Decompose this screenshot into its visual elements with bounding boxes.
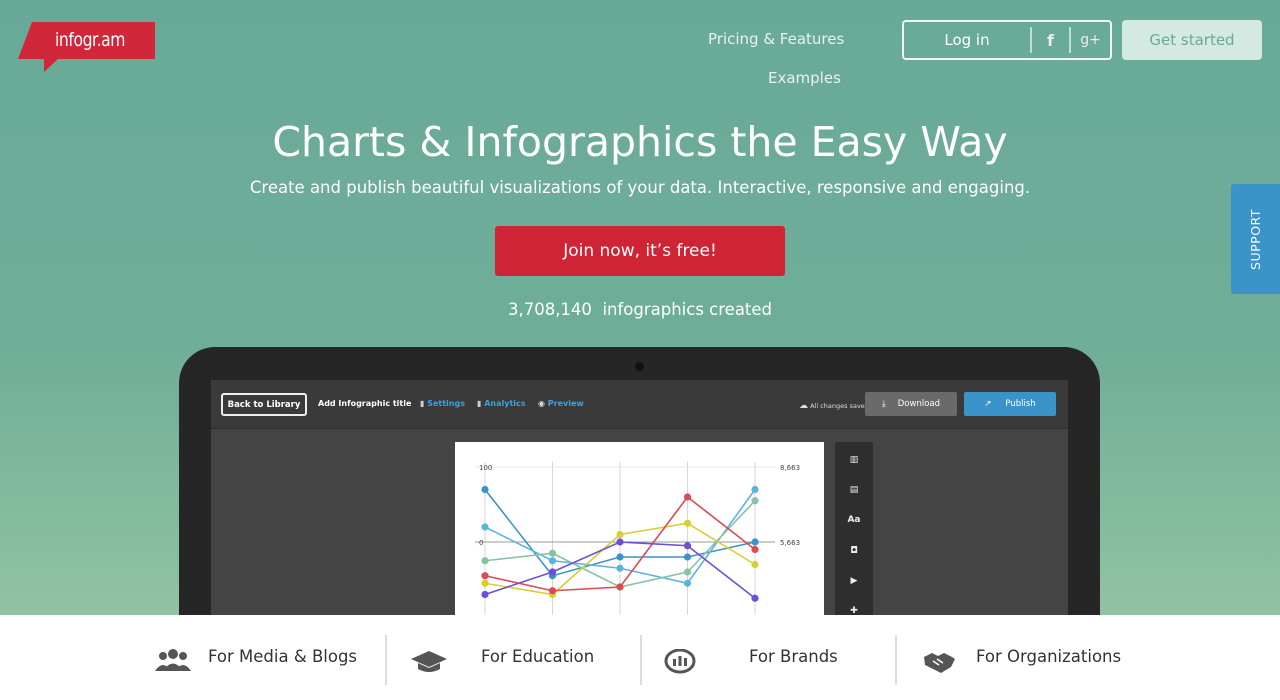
data-point: [751, 538, 759, 546]
infographic-canvas[interactable]: 1008,66305,663-1003,032: [455, 442, 824, 642]
support-tab[interactable]: SUPPORT: [1231, 184, 1280, 294]
data-point: [616, 583, 624, 591]
analytics-label: Analytics: [484, 399, 526, 408]
login-group: Log in f g+: [902, 20, 1112, 60]
graduation-cap-icon: [411, 651, 447, 672]
preview-tab[interactable]: ◉ Preview: [538, 399, 584, 408]
category-label: For Education: [481, 647, 595, 666]
data-point: [616, 530, 624, 539]
data-point: [616, 553, 624, 561]
camera-dot: [635, 362, 644, 371]
data-point: [481, 590, 489, 599]
get-started-button[interactable]: Get started: [1122, 20, 1262, 60]
laptop-mockup: Back to Library Add Infographic title ▮ …: [179, 347, 1100, 650]
data-point: [751, 594, 759, 602]
analytics-icon: ▮: [477, 399, 482, 408]
join-now-button[interactable]: Join now, it’s free!: [495, 226, 785, 276]
map-icon[interactable]: ▤: [835, 480, 873, 500]
logo[interactable]: infogr.am: [18, 22, 158, 72]
handshake-icon: [924, 653, 955, 673]
nav-pricing-features[interactable]: Pricing & Features: [708, 30, 844, 48]
tool-sidebar: ▥ ▤ Aa ◘ ▶ ✚: [835, 442, 873, 642]
eye-icon: ◉: [538, 399, 545, 408]
people-icon: [155, 649, 191, 671]
support-label: SUPPORT: [1248, 208, 1264, 270]
settings-icon: ▮: [420, 399, 425, 408]
settings-tab[interactable]: ▮ Settings: [420, 399, 465, 408]
camera-icon[interactable]: ◘: [835, 541, 873, 561]
data-point: [481, 523, 489, 531]
publish-button[interactable]: ↗ Publish: [964, 392, 1056, 416]
data-point: [683, 493, 692, 501]
right-tick-label: 5,663: [780, 539, 800, 547]
hero-subtitle: Create and publish beautiful visualizati…: [249, 178, 1031, 197]
chat-chart-icon: [664, 649, 696, 674]
download-icon: ⤓: [881, 399, 886, 409]
infographics-counter: 3,708,140 infographics created: [0, 300, 1280, 319]
settings-label: Settings: [427, 399, 465, 408]
data-point: [751, 497, 759, 505]
app-screen: Back to Library Add Infographic title ▮ …: [211, 380, 1068, 650]
data-point: [481, 485, 489, 494]
data-point: [548, 568, 557, 576]
facebook-icon: f: [1047, 30, 1054, 50]
data-point: [548, 549, 557, 557]
data-point: [683, 519, 692, 527]
right-tick-label: 8,663: [780, 464, 800, 472]
publish-label: Publish: [1005, 399, 1036, 409]
data-point: [683, 579, 692, 587]
chart-icon[interactable]: ▥: [835, 450, 873, 470]
infographic-title[interactable]: Add Infographic title: [318, 399, 411, 408]
data-point: [481, 572, 489, 580]
data-point: [616, 538, 624, 546]
category-label: For Brands: [749, 647, 838, 666]
download-button[interactable]: ⤓ Download: [865, 392, 957, 416]
data-point: [481, 579, 489, 587]
category-education[interactable]: For Education: [410, 615, 594, 700]
googleplus-icon: g+: [1080, 32, 1101, 48]
app-toolbar: Back to Library Add Infographic title ▮ …: [211, 380, 1068, 429]
divider: [895, 635, 897, 685]
analytics-tab[interactable]: ▮ Analytics: [477, 399, 526, 408]
hero-title: Charts & Infographics the Easy Way: [272, 118, 1008, 166]
share-icon: ↗: [984, 399, 992, 409]
data-point: [616, 564, 624, 572]
left-tick-label: 0: [479, 539, 483, 547]
data-point: [751, 545, 759, 554]
category-media-blogs[interactable]: For Media & Blogs: [153, 615, 357, 700]
text-tool[interactable]: Aa: [835, 510, 873, 530]
line-chart: 1008,66305,663-1003,032: [475, 462, 800, 627]
data-point: [548, 557, 557, 565]
category-bar: For Media & Blogs For Education For Bran…: [0, 615, 1280, 700]
back-to-library-button[interactable]: Back to Library: [221, 393, 307, 416]
facebook-login-button[interactable]: f: [1032, 27, 1071, 53]
data-point: [683, 542, 692, 550]
googleplus-login-button[interactable]: g+: [1071, 22, 1110, 58]
data-point: [751, 560, 759, 569]
counter-value: 3,708,140: [507, 300, 592, 319]
data-point: [751, 485, 759, 494]
divider: [385, 635, 387, 685]
data-point: [683, 553, 692, 561]
data-point: [548, 587, 557, 595]
preview-label: Preview: [547, 399, 584, 408]
data-point: [683, 568, 692, 576]
category-organizations[interactable]: For Organizations: [923, 615, 1121, 700]
nav-examples[interactable]: Examples: [768, 69, 841, 87]
category-label: For Organizations: [976, 647, 1122, 666]
category-label: For Media & Blogs: [208, 647, 358, 666]
save-status-label: All changes saved: [810, 402, 869, 410]
logo-text: infogr.am: [55, 29, 126, 51]
video-icon[interactable]: ▶: [835, 571, 873, 591]
counter-label: infographics created: [602, 300, 773, 319]
login-button[interactable]: Log in: [904, 27, 1032, 53]
left-tick-label: 100: [479, 464, 492, 472]
data-point: [481, 557, 489, 565]
download-label: Download: [897, 399, 941, 409]
category-brands[interactable]: For Brands: [664, 615, 838, 700]
cloud-icon: ☁: [799, 401, 808, 411]
save-status: ☁ All changes saved: [799, 401, 869, 411]
divider: [640, 635, 642, 685]
